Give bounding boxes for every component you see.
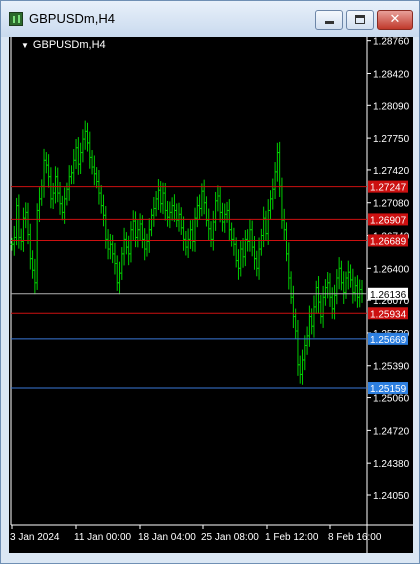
price-level-label: 1.26136 xyxy=(370,290,407,301)
price-tick-label: 1.25390 xyxy=(373,362,410,373)
symbol-label: ▼ GBPUSDm,H4 xyxy=(21,39,106,51)
price-chart[interactable]: 1.28760 1.28420 1.28090 1.27750 1.27420 1.270… xyxy=(9,37,413,553)
close-button[interactable]: ✕ xyxy=(377,10,413,30)
title-bar[interactable]: GBPUSDm,H4 ✕ xyxy=(1,1,419,37)
price-level-label: 1.25669 xyxy=(370,335,407,346)
time-tick-label: 11 Jan 00:00 xyxy=(74,532,132,543)
time-tick-label: 3 Jan 2024 xyxy=(10,532,60,543)
price-level-label: 1.25159 xyxy=(370,384,407,395)
price-tick-label: 1.26400 xyxy=(373,264,410,275)
maximize-icon xyxy=(355,15,365,24)
price-tick-label: 1.24050 xyxy=(373,491,410,502)
price-level-label: 1.26689 xyxy=(370,236,407,247)
chart-app-icon xyxy=(9,12,23,26)
price-tick-label: 1.28090 xyxy=(373,101,410,112)
minimize-icon xyxy=(325,21,334,24)
price-tick-label: 1.24720 xyxy=(373,426,410,437)
price-tick-label: 1.24380 xyxy=(373,459,410,470)
minimize-button[interactable] xyxy=(315,10,343,30)
symbol-timeframe-text: GBPUSDm,H4 xyxy=(32,39,106,51)
price-tick-label: 1.28760 xyxy=(373,37,410,48)
price-level-label: 1.25934 xyxy=(370,309,407,320)
maximize-button[interactable] xyxy=(346,10,374,30)
window-title: GBPUSDm,H4 xyxy=(29,11,115,26)
price-level-label: 1.27247 xyxy=(370,183,407,194)
price-level-label: 1.26907 xyxy=(370,215,407,226)
time-tick-label: 18 Jan 04:00 xyxy=(138,532,196,543)
chart-canvas[interactable]: 1.28760 1.28420 1.28090 1.27750 1.27420 1.270… xyxy=(9,37,413,553)
symbol-menu-arrow-icon[interactable]: ▼ xyxy=(21,41,29,50)
price-tick-label: 1.28420 xyxy=(373,69,410,80)
price-tick-label: 1.27750 xyxy=(373,134,410,145)
chart-window: GBPUSDm,H4 ✕ 1.28760 1.28420 1.28090 1.2775… xyxy=(0,0,420,564)
price-tick-label: 1.27080 xyxy=(373,199,410,210)
price-tick-label: 1.25060 xyxy=(373,394,410,405)
close-icon: ✕ xyxy=(389,12,401,27)
time-tick-label: 8 Feb 16:00 xyxy=(328,532,382,543)
time-tick-label: 1 Feb 12:00 xyxy=(265,532,319,543)
price-tick-label: 1.27420 xyxy=(373,166,410,177)
time-tick-label: 25 Jan 08:00 xyxy=(201,532,259,543)
